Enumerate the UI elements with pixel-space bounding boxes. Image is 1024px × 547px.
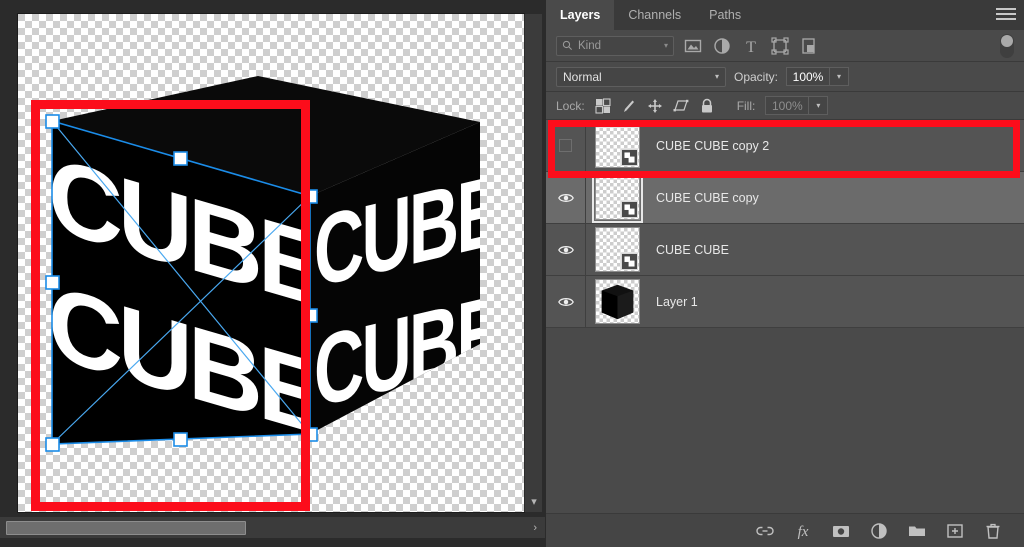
- document-window[interactable]: CUBE CUBE CUBE CUBE: [18, 14, 524, 512]
- scroll-right-chevron-icon[interactable]: ›: [533, 517, 537, 539]
- layer-visibility-toggle[interactable]: [546, 224, 586, 275]
- eye-icon: [557, 297, 574, 306]
- document-vertical-scrollbar[interactable]: ▾: [524, 14, 542, 512]
- eye-icon: [557, 193, 574, 202]
- layer-name[interactable]: CUBE CUBE copy: [648, 191, 759, 205]
- layer-thumbnail: [594, 227, 640, 272]
- table-row[interactable]: CUBE CUBE: [546, 224, 1024, 276]
- fill-stepper-chevron-icon[interactable]: ▾: [809, 96, 829, 115]
- canvas-area[interactable]: CUBE CUBE CUBE CUBE ▾ ›: [0, 0, 545, 547]
- filter-enable-toggle[interactable]: [1000, 33, 1014, 58]
- filter-kind-label: Kind: [578, 39, 602, 52]
- layer-name[interactable]: Layer 1: [648, 295, 698, 309]
- new-layer-icon[interactable]: [945, 521, 965, 541]
- layers-panel-toolbar: fx: [546, 513, 1024, 547]
- photoshop-window: CUBE CUBE CUBE CUBE ▾ › Layers Channels …: [0, 0, 1024, 547]
- smart-object-badge-icon: [620, 253, 638, 270]
- filter-shape-icon[interactable]: [770, 36, 790, 56]
- layer-visibility-toggle[interactable]: [546, 276, 586, 327]
- filter-pixel-icon[interactable]: [683, 36, 703, 56]
- fill-label: Fill:: [736, 98, 756, 113]
- layer-thumbnail-cell[interactable]: [586, 172, 648, 223]
- chevron-down-icon: ▾: [663, 41, 668, 50]
- filter-type-icon[interactable]: T: [741, 36, 761, 56]
- layer-visibility-toggle[interactable]: [546, 120, 586, 171]
- new-adjustment-layer-icon[interactable]: [869, 521, 889, 541]
- panel-tab-bar: Layers Channels Paths: [546, 0, 1024, 30]
- add-layer-mask-icon[interactable]: [831, 521, 851, 541]
- smart-object-badge-icon: [620, 201, 638, 218]
- horizontal-scroll-thumb[interactable]: [6, 521, 246, 535]
- svg-text:T: T: [746, 39, 756, 56]
- lock-image-pixels-icon[interactable]: [621, 98, 637, 114]
- document-horizontal-scrollbar[interactable]: ›: [0, 516, 545, 538]
- layer-thumbnail-cell[interactable]: [586, 279, 648, 324]
- blend-mode-row: Normal ▾ Opacity: 100% ▾: [546, 62, 1024, 92]
- link-layers-icon[interactable]: [755, 521, 775, 541]
- table-row[interactable]: CUBE CUBE copy: [546, 172, 1024, 224]
- layer-name[interactable]: CUBE CUBE copy 2: [648, 139, 769, 153]
- layer-thumbnail-cell[interactable]: [586, 123, 648, 168]
- opacity-value[interactable]: 100%: [786, 67, 831, 86]
- layers-panel: Layers Channels Paths Kind ▾ T Normal ▾ …: [545, 0, 1024, 547]
- cube-thumbnail-icon: [601, 284, 633, 320]
- layer-visibility-toggle[interactable]: [546, 172, 586, 223]
- layer-name[interactable]: CUBE CUBE: [648, 243, 729, 257]
- cube-artwork: CUBE CUBE CUBE CUBE: [45, 76, 480, 452]
- layer-thumbnail: [594, 123, 640, 168]
- new-group-icon[interactable]: [907, 521, 927, 541]
- layer-filter-row: Kind ▾ T: [546, 30, 1024, 62]
- blend-mode-select[interactable]: Normal ▾: [556, 66, 726, 87]
- eye-off-icon: [559, 139, 572, 152]
- lock-all-icon[interactable]: [699, 98, 715, 114]
- filter-smart-object-icon[interactable]: [799, 36, 819, 56]
- lock-position-icon[interactable]: [647, 98, 663, 114]
- layer-thumbnail: [594, 279, 640, 324]
- lock-artboard-nesting-icon[interactable]: [673, 98, 689, 114]
- blend-mode-value: Normal: [563, 69, 602, 84]
- lock-transparent-pixels-icon[interactable]: [595, 97, 611, 114]
- tab-paths[interactable]: Paths: [695, 0, 755, 30]
- chevron-down-icon: ▾: [714, 72, 719, 81]
- smart-object-badge-icon: [620, 149, 638, 166]
- svg-text:fx: fx: [798, 524, 809, 540]
- opacity-stepper-chevron-icon[interactable]: ▾: [830, 67, 850, 86]
- fill-value[interactable]: 100%: [765, 96, 810, 115]
- table-row[interactable]: CUBE CUBE copy 2: [546, 120, 1024, 172]
- layer-thumbnail: [591, 172, 643, 223]
- table-row[interactable]: Layer 1: [546, 276, 1024, 328]
- filter-kind-select[interactable]: Kind ▾: [556, 35, 674, 56]
- hamburger-menu-icon[interactable]: [996, 8, 1016, 22]
- search-icon: [562, 40, 572, 50]
- tab-channels[interactable]: Channels: [614, 0, 695, 30]
- filter-adjustment-icon[interactable]: [712, 36, 732, 56]
- layer-thumbnail-cell[interactable]: [586, 227, 648, 272]
- layer-styles-fx-icon[interactable]: fx: [793, 521, 813, 541]
- scroll-down-chevron-icon[interactable]: ▾: [525, 494, 543, 510]
- lock-row: Lock: Fill: 100% ▾: [546, 92, 1024, 120]
- opacity-label: Opacity:: [734, 69, 779, 84]
- tab-layers[interactable]: Layers: [546, 0, 615, 30]
- layer-list: CUBE CUBE copy 2 CUBE CUBE copy CUBE CUB…: [546, 120, 1024, 328]
- eye-icon: [557, 245, 574, 254]
- lock-label: Lock:: [556, 98, 585, 113]
- delete-layer-icon[interactable]: [983, 521, 1003, 541]
